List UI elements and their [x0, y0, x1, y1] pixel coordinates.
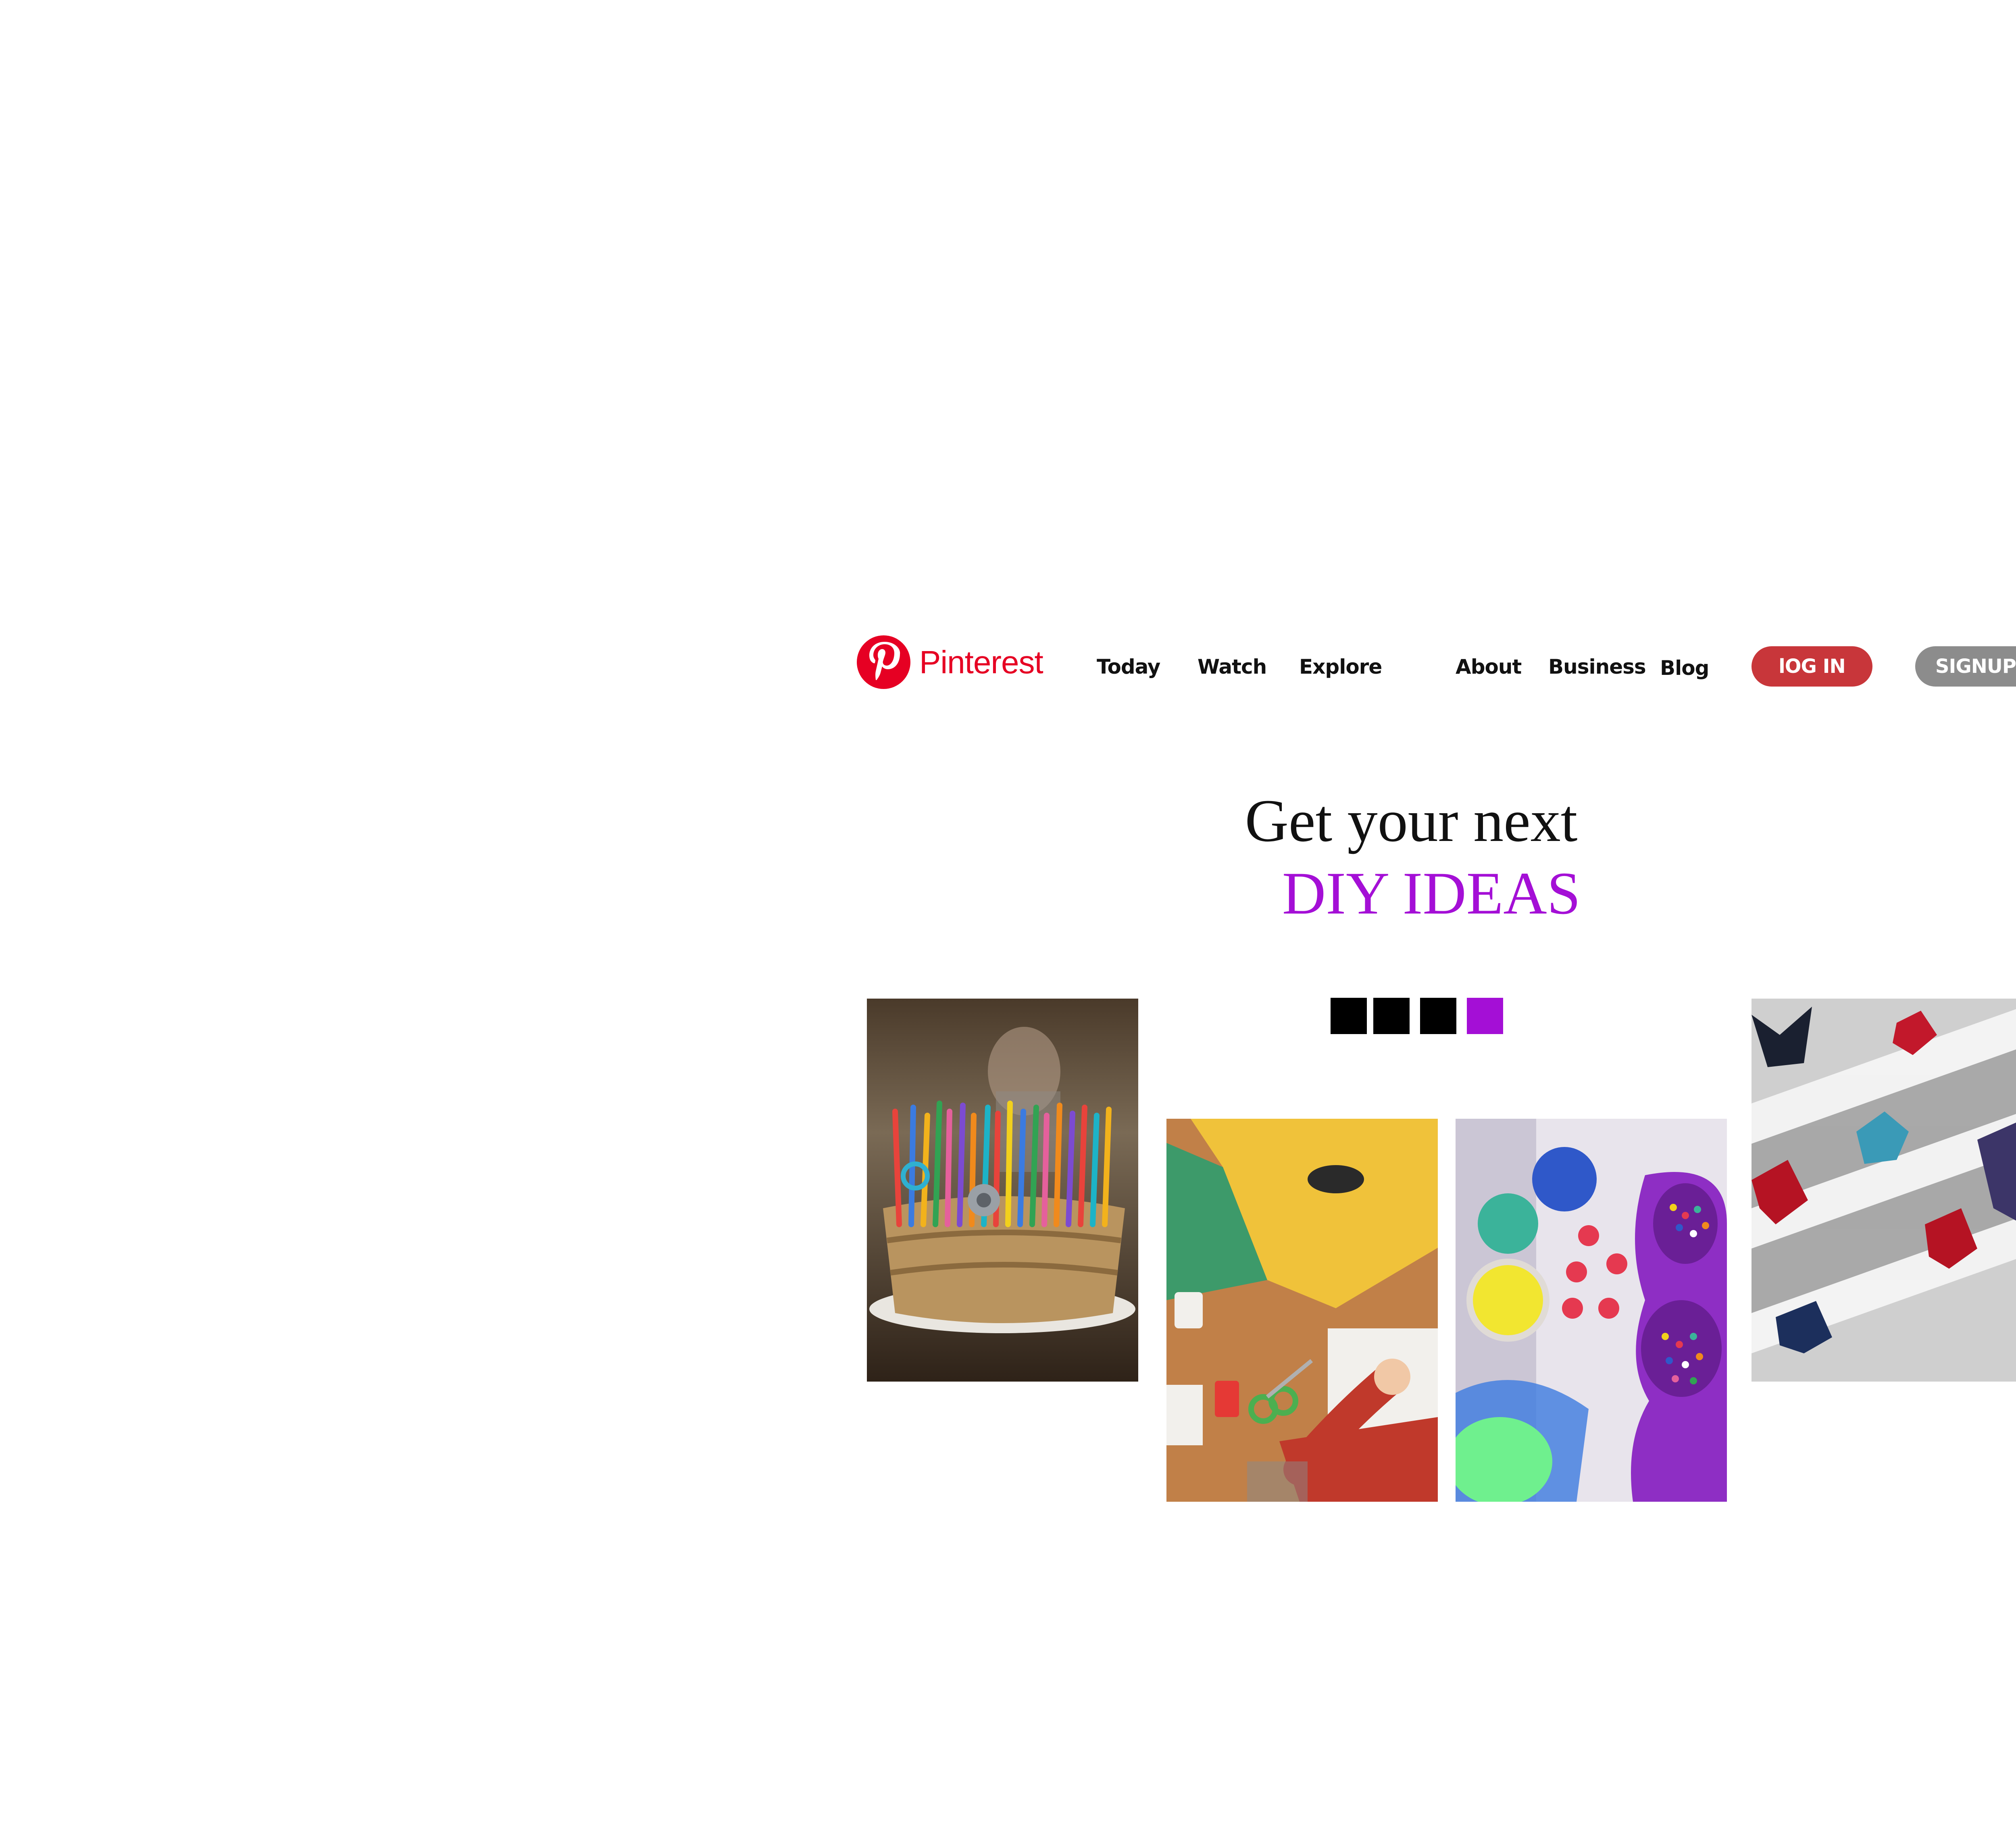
- pinterest-p-icon: [857, 635, 910, 689]
- login-button[interactable]: lOG IN: [1752, 646, 1872, 687]
- hero-heading-line1: Get your next: [1245, 787, 1578, 854]
- nav-explore[interactable]: Explore: [1299, 655, 1382, 678]
- carousel-dot-4[interactable]: [1467, 998, 1503, 1034]
- paper-cutting-image: [1166, 1119, 1438, 1502]
- tile-paper-cutting[interactable]: [1166, 1119, 1438, 1502]
- nav-business[interactable]: Business: [1548, 655, 1646, 678]
- craft-basket-image: [867, 999, 1138, 1382]
- logo-wordmark: Pinterest: [919, 644, 1043, 680]
- hero-heading-line2: DIY IDEAS: [1282, 860, 1581, 927]
- pinterest-logo[interactable]: Pinterest: [857, 635, 1043, 689]
- origami-image: [1752, 999, 2016, 1382]
- login-label: lOG IN: [1779, 655, 1845, 678]
- signup-button[interactable]: SIGNUP: [1915, 646, 2016, 687]
- paints-beads-image: [1456, 1119, 1727, 1502]
- signup-label: SIGNUP: [1935, 655, 2016, 678]
- tile-craft-basket[interactable]: [867, 999, 1138, 1382]
- tile-paints-beads[interactable]: [1456, 1119, 1727, 1502]
- nav-blog[interactable]: Blog: [1660, 656, 1709, 680]
- tile-origami[interactable]: [1752, 999, 2016, 1382]
- carousel-dot-2[interactable]: [1373, 998, 1410, 1034]
- nav-watch[interactable]: Watch: [1198, 655, 1267, 678]
- carousel-dot-1[interactable]: [1331, 998, 1367, 1034]
- nav-today[interactable]: Today: [1097, 655, 1160, 678]
- carousel-dot-3[interactable]: [1420, 998, 1456, 1034]
- nav-about[interactable]: About: [1456, 655, 1522, 678]
